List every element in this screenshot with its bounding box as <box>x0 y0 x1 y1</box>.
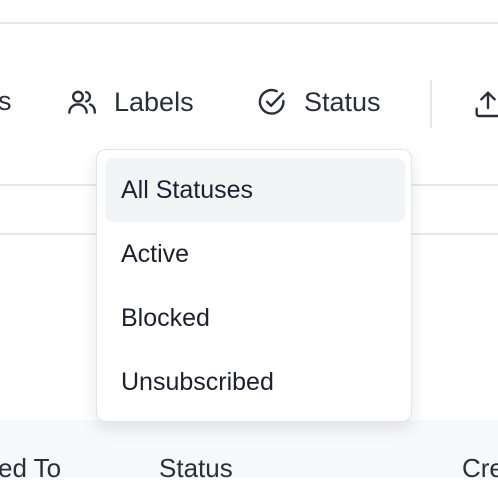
status-dropdown-menu: All Statuses Active Blocked Unsubscribed <box>96 149 412 422</box>
status-filter-label: Status <box>304 86 381 117</box>
toolbar-separator <box>430 80 432 128</box>
status-option-unsubscribed[interactable]: Unsubscribed <box>105 350 405 414</box>
check-circle-icon <box>256 86 288 118</box>
users-icon <box>66 86 98 118</box>
column-header-status[interactable]: Status <box>159 453 233 484</box>
status-option-label: Unsubscribed <box>121 367 274 396</box>
table-header <box>0 420 498 478</box>
column-header-created[interactable]: Cre <box>462 453 498 484</box>
status-option-label: Active <box>121 239 190 268</box>
labels-filter-button[interactable]: Labels <box>66 86 194 118</box>
status-filter-button[interactable]: Status <box>256 86 381 118</box>
status-option-blocked[interactable]: Blocked <box>105 286 405 350</box>
status-option-active[interactable]: Active <box>105 222 405 286</box>
export-button[interactable] <box>472 88 498 120</box>
labels-filter-label: Labels <box>114 86 194 117</box>
status-option-label: Blocked <box>121 303 210 332</box>
status-option-all[interactable]: All Statuses <box>105 158 405 222</box>
toolbar-filter-partial[interactable]: s <box>0 86 12 117</box>
column-header-assigned-to[interactable]: ed To <box>0 453 61 484</box>
upload-icon <box>472 88 498 120</box>
toolbar-filter-partial-label: s <box>0 86 12 116</box>
status-option-label: All Statuses <box>121 175 254 204</box>
top-divider <box>0 22 498 24</box>
